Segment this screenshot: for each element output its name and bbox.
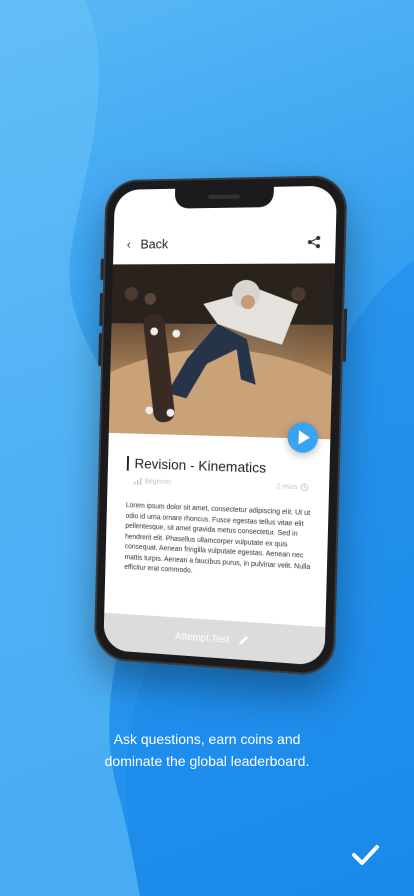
speaker-grille <box>207 194 240 200</box>
attempt-test-label: Attempt Test <box>175 630 230 646</box>
caption-line-2: dominate the global leaderboard. <box>104 753 310 769</box>
phone-screen: ‹ Back Revision - Kinematics Beginner 2 … <box>103 185 338 666</box>
play-button[interactable] <box>287 421 319 454</box>
checkmark-icon[interactable] <box>350 840 380 870</box>
skater-photo <box>108 263 335 440</box>
difficulty-label: Beginner <box>144 477 172 486</box>
back-chevron-icon[interactable]: ‹ <box>127 236 132 251</box>
back-button[interactable]: Back <box>140 236 168 251</box>
duration-badge: 2 mins <box>276 482 308 491</box>
clock-icon <box>300 483 308 491</box>
share-icon[interactable] <box>307 235 322 249</box>
lesson-title: Revision - Kinematics <box>134 455 267 476</box>
duration-label: 2 mins <box>276 482 298 491</box>
onboarding-caption: Ask questions, earn coins and dominate t… <box>0 728 414 772</box>
play-icon <box>298 430 311 445</box>
level-bars-icon <box>134 477 142 485</box>
phone-notch <box>174 186 274 209</box>
difficulty-badge: Beginner <box>134 477 172 486</box>
pen-icon <box>239 635 249 646</box>
lesson-meta: Beginner 2 mins <box>134 477 309 492</box>
title-accent-bar <box>126 455 130 471</box>
caption-line-1: Ask questions, earn coins and <box>113 731 301 747</box>
lesson-body: Lorem ipsum dolor sit amet, consectetur … <box>124 502 311 575</box>
app-bar: ‹ Back <box>113 227 336 259</box>
phone-side-button <box>100 258 104 281</box>
lesson-title-row: Revision - Kinematics <box>126 455 316 478</box>
hero-image <box>108 263 335 440</box>
phone-mockup: ‹ Back Revision - Kinematics Beginner 2 … <box>93 175 348 677</box>
